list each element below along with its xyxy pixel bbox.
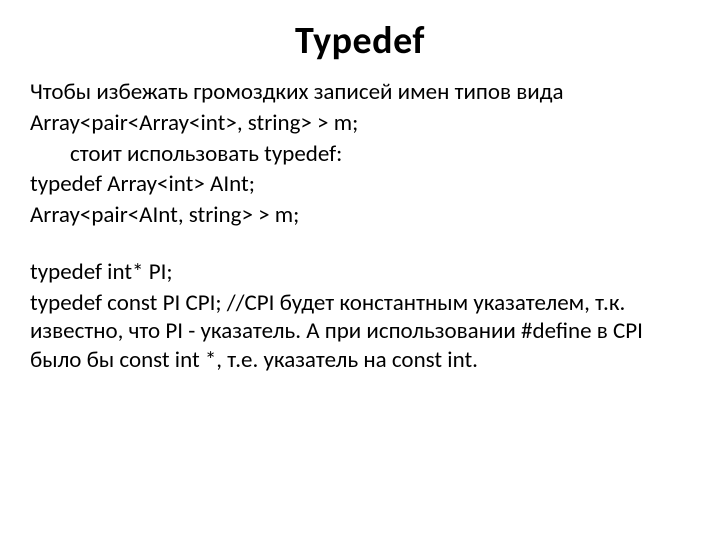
code-line: Array<pair<AInt, string> > m;	[30, 201, 690, 230]
text-line: стоит использовать typedef:	[30, 140, 690, 169]
code-line: Array<pair<Array<int>, string> > m;	[30, 109, 690, 138]
blank-line	[30, 232, 690, 258]
slide: Typedef Чтобы избежать громоздких записе…	[0, 0, 720, 540]
text-line: Чтобы избежать громоздких записей имен т…	[30, 78, 690, 107]
code-line: typedef int* PI;	[30, 258, 690, 287]
slide-title: Typedef	[30, 18, 690, 64]
code-line: typedef Array<int> AInt;	[30, 170, 690, 199]
code-line: typedef const PI CPI; //CPI будет конста…	[30, 289, 690, 375]
slide-body: Чтобы избежать громоздких записей имен т…	[30, 78, 690, 375]
